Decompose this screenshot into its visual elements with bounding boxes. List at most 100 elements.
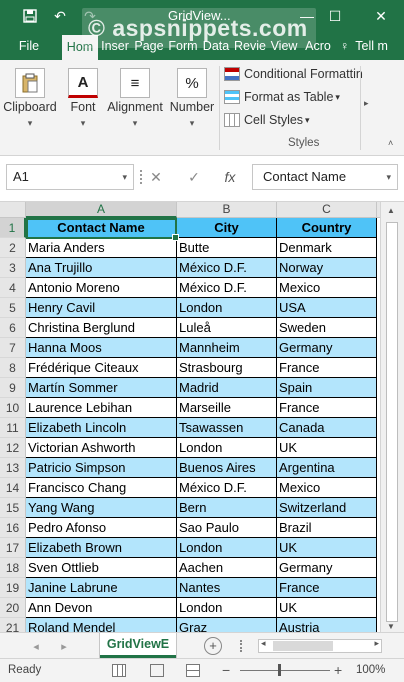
table-cell[interactable]: UK [277,598,377,618]
name-box[interactable]: A1 ▾ [6,164,134,190]
table-header-cell[interactable]: Country [277,218,377,238]
row-header[interactable]: 19 [0,578,26,598]
tab-insert[interactable]: Inser [98,32,132,60]
scroll-up-icon[interactable]: ▲ [387,206,395,215]
table-cell[interactable]: Sao Paulo [177,518,277,538]
table-cell[interactable]: London [177,538,277,558]
table-cell[interactable]: Mexico [277,278,377,298]
sheet-nav-prev-icon[interactable]: ◂ [28,637,44,655]
page-break-view-icon[interactable] [186,664,200,677]
select-all-corner[interactable] [0,202,26,218]
row-header[interactable]: 10 [0,398,26,418]
tab-review[interactable]: Revie [233,32,267,60]
cell-styles-button[interactable]: Cell Styles ▾ [224,110,310,130]
vertical-scroll-thumb[interactable] [386,222,398,622]
table-cell[interactable]: Nantes [177,578,277,598]
table-cell[interactable]: Austria [277,618,377,632]
tab-data[interactable]: Data [200,32,232,60]
table-cell[interactable]: Mannheim [177,338,277,358]
add-sheet-icon[interactable]: + [204,637,222,655]
column-header-a[interactable]: A [26,202,177,218]
table-cell[interactable]: Aachen [177,558,277,578]
table-cell[interactable]: Argentina [277,458,377,478]
scroll-down-icon[interactable]: ▼ [387,622,395,631]
table-cell[interactable]: Canada [277,418,377,438]
zoom-in-icon[interactable]: + [334,662,342,678]
zoom-slider-track[interactable] [240,670,330,671]
table-cell[interactable]: México D.F. [177,478,277,498]
table-cell[interactable]: Switzerland [277,498,377,518]
alignment-group[interactable]: ≡ Alignment ▾ [106,60,164,154]
collapse-ribbon-icon[interactable]: ˄ [388,138,393,148]
tab-acrobat[interactable]: Acro [301,32,335,60]
sheet-nav-next-icon[interactable]: ▸ [56,637,72,655]
sheet-tab-active[interactable]: GridViewE [100,633,176,658]
table-cell[interactable]: Graz [177,618,277,632]
scroll-right-icon[interactable]: ▸ [374,638,379,649]
table-cell[interactable]: Roland Mendel [26,618,177,632]
table-header-cell[interactable]: Contact Name [26,218,177,238]
table-cell[interactable]: México D.F. [177,258,277,278]
table-cell[interactable]: Ann Devon [26,598,177,618]
row-header[interactable]: 17 [0,538,26,558]
format-as-table-button[interactable]: Format as Table ▾ [224,87,340,107]
chevron-right-icon[interactable]: ▸ [364,98,369,109]
row-header[interactable]: 11 [0,418,26,438]
row-header[interactable]: 12 [0,438,26,458]
table-cell[interactable]: UK [277,438,377,458]
chevron-down-icon[interactable]: ▾ [386,165,391,189]
table-cell[interactable]: France [277,578,377,598]
table-cell[interactable]: Christina Berglund [26,318,177,338]
table-cell[interactable]: Brazil [277,518,377,538]
table-cell[interactable]: Antonio Moreno [26,278,177,298]
table-cell[interactable]: Henry Cavil [26,298,177,318]
table-cell[interactable]: Mexico [277,478,377,498]
table-cell[interactable]: Elizabeth Lincoln [26,418,177,438]
table-cell[interactable]: USA [277,298,377,318]
zoom-out-icon[interactable]: − [222,662,230,678]
table-cell[interactable]: Martín Sommer [26,378,177,398]
font-group[interactable]: A Font ▾ [62,60,104,154]
table-cell[interactable]: Sven Ottlieb [26,558,177,578]
table-cell[interactable]: France [277,398,377,418]
cancel-icon[interactable]: ✕ [144,166,168,188]
row-header[interactable]: 9 [0,378,26,398]
table-cell[interactable]: Germany [277,558,377,578]
table-cell[interactable]: Yang Wang [26,498,177,518]
table-cell[interactable]: Elizabeth Brown [26,538,177,558]
table-cell[interactable]: Hanna Moos [26,338,177,358]
vertical-scrollbar[interactable]: ▲ ▼ [380,202,404,632]
save-icon[interactable] [20,6,40,26]
tab-formulas[interactable]: Form [166,32,200,60]
table-cell[interactable]: Laurence Lebihan [26,398,177,418]
tab-file[interactable]: File [10,32,48,60]
table-cell[interactable]: Luleå [177,318,277,338]
table-cell[interactable]: Janine Labrune [26,578,177,598]
table-cell[interactable]: Butte [177,238,277,258]
table-cell[interactable]: Tsawassen [177,418,277,438]
table-cell[interactable]: Victorian Ashworth [26,438,177,458]
row-header[interactable]: 8 [0,358,26,378]
table-cell[interactable]: UK [277,538,377,558]
table-cell[interactable]: France [277,358,377,378]
number-group[interactable]: % Number ▾ [166,60,218,154]
table-cell[interactable]: London [177,438,277,458]
table-cell[interactable]: Frédérique Citeaux [26,358,177,378]
chevron-down-icon[interactable]: ▾ [122,165,127,189]
table-cell[interactable]: Francisco Chang [26,478,177,498]
row-header[interactable]: 6 [0,318,26,338]
table-cell[interactable]: Norway [277,258,377,278]
tab-split-grip-icon[interactable] [240,640,244,652]
normal-view-icon[interactable] [112,664,126,677]
row-header[interactable]: 1 [0,218,26,238]
clipboard-group[interactable]: Clipboard ▾ [0,60,60,154]
maximize-icon[interactable]: ☐ [318,0,352,32]
table-cell[interactable]: London [177,598,277,618]
horizontal-scrollbar[interactable]: ◂ ▸ [258,638,382,653]
column-header-c[interactable]: C [277,202,377,218]
spreadsheet-grid[interactable]: A B C 1 Contact Name City Country 2 Maria And… [0,202,380,632]
row-header[interactable]: 13 [0,458,26,478]
redo-icon[interactable]: ↷ [80,6,100,26]
table-cell[interactable]: Bern [177,498,277,518]
table-cell[interactable]: Ana Trujillo [26,258,177,278]
